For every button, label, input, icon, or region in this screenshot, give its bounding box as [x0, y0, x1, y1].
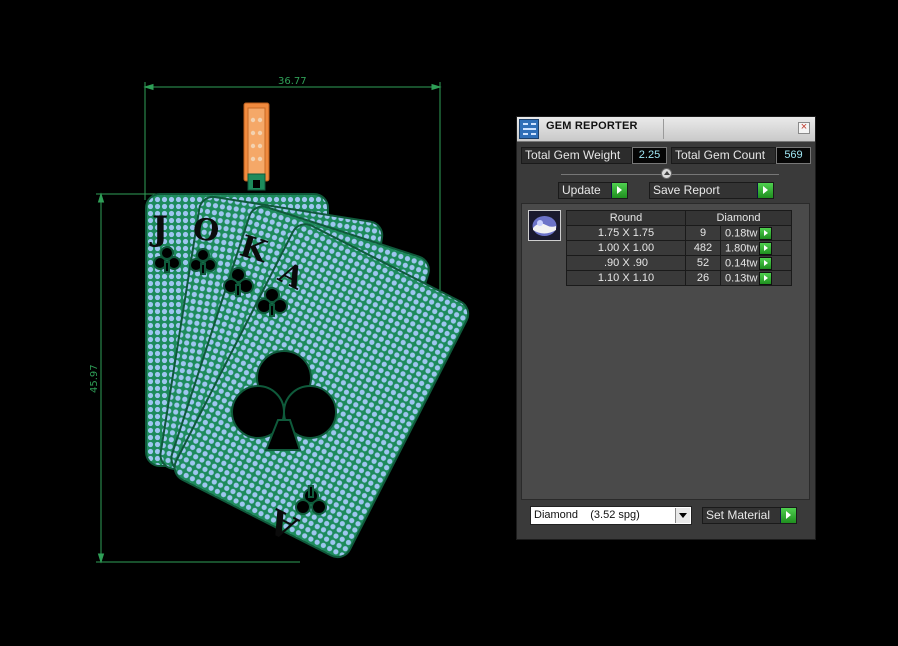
total-gem-count-value: 569 — [776, 147, 811, 164]
width-dimension-label: 36.77 — [278, 76, 307, 87]
height-dimension-label: 45.97 — [89, 364, 100, 393]
gem-count: 482 — [685, 240, 721, 256]
play-icon — [757, 183, 773, 198]
total-gem-count-label: Total Gem Count — [671, 147, 776, 164]
gem-reporter-app-icon — [519, 119, 539, 139]
gem-size: 1.10 X 1.10 — [566, 270, 686, 286]
dropdown-arrow-icon[interactable] — [675, 508, 690, 523]
table-row[interactable]: 1.10 X 1.10 26 0.13tw — [566, 270, 792, 286]
update-button[interactable]: Update — [558, 182, 628, 199]
total-gem-weight-value: 2.25 — [632, 147, 667, 164]
table-row[interactable]: 1.75 X 1.75 9 0.18tw — [566, 225, 792, 241]
pendant-bail — [243, 102, 270, 191]
column-header-shape: Round — [566, 210, 686, 226]
gem-count: 26 — [685, 270, 721, 286]
table-row[interactable]: 1.00 X 1.00 482 1.80tw — [566, 240, 792, 256]
play-icon[interactable] — [759, 256, 773, 270]
gem-count: 9 — [685, 225, 721, 241]
play-icon — [611, 183, 627, 198]
set-material-button-label: Set Material — [706, 508, 771, 522]
close-icon[interactable]: × — [798, 122, 810, 134]
update-button-label: Update — [562, 183, 601, 197]
play-icon[interactable] — [759, 226, 773, 240]
gem-size: 1.75 X 1.75 — [566, 225, 686, 241]
save-report-button[interactable]: Save Report — [649, 182, 774, 199]
save-report-button-label: Save Report — [653, 183, 720, 197]
column-header-material: Diamond — [685, 210, 792, 226]
letter-j: J — [149, 209, 168, 249]
gem-reporter-panel: GEM REPORTER × Total Gem Weight 2.25 Tot… — [516, 116, 816, 540]
gem-weight: 1.80tw — [725, 241, 758, 254]
panel-splitter-handle[interactable] — [661, 168, 672, 179]
gem-size: 1.00 X 1.00 — [566, 240, 686, 256]
panel-title: GEM REPORTER — [546, 120, 638, 132]
gem-list: Round Diamond 1.75 X 1.75 9 0.18tw 1.00 … — [521, 203, 810, 500]
play-icon[interactable] — [759, 271, 773, 285]
gem-size: .90 X .90 — [566, 255, 686, 271]
material-select[interactable]: Diamond (3.52 spg) — [530, 506, 692, 525]
letter-o: O — [191, 211, 222, 249]
material-select-value: Diamond (3.52 spg) — [534, 509, 640, 521]
play-icon — [780, 508, 796, 523]
table-row[interactable]: .90 X .90 52 0.14tw — [566, 255, 792, 271]
gem-table: Round Diamond 1.75 X 1.75 9 0.18tw 1.00 … — [566, 210, 792, 286]
panel-titlebar[interactable]: GEM REPORTER × — [517, 117, 815, 142]
gem-weight: 0.13tw — [725, 271, 758, 284]
gem-icon[interactable] — [528, 210, 561, 241]
total-gem-weight-label: Total Gem Weight — [521, 147, 632, 164]
gem-weight: 0.14tw — [725, 256, 758, 269]
set-material-button[interactable]: Set Material — [702, 507, 797, 524]
title-divider — [663, 119, 664, 139]
gem-weight: 0.18tw — [725, 226, 758, 239]
play-icon[interactable] — [759, 241, 773, 255]
gem-count: 52 — [685, 255, 721, 271]
